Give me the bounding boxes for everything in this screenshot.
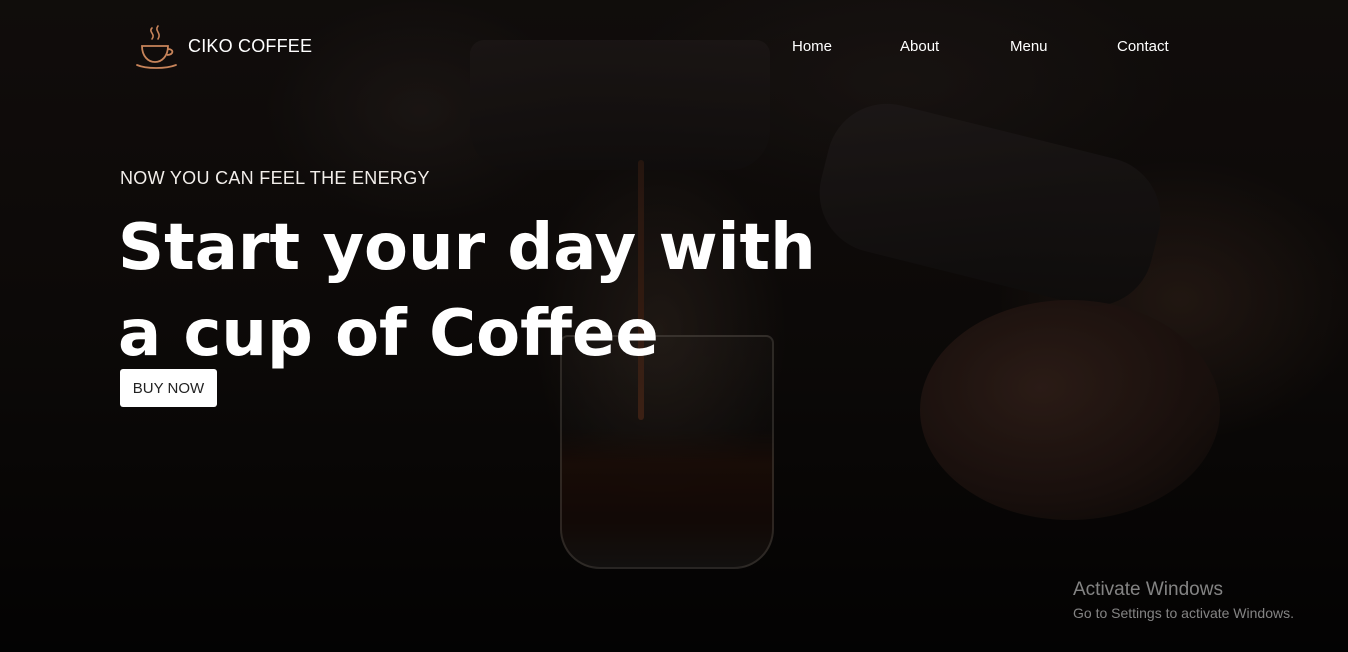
nav-link-home[interactable]: Home <box>792 38 832 55</box>
coffee-cup-icon <box>136 25 177 69</box>
watermark-subtitle: Go to Settings to activate Windows. <box>1073 605 1294 621</box>
brand-name: CIKO COFFEE <box>188 35 313 56</box>
brand-logo[interactable]: CIKO COFFEE <box>134 22 312 70</box>
headline-line-2: a cup of Coffee <box>118 297 659 371</box>
nav-link-about[interactable]: About <box>900 38 939 55</box>
watermark-title: Activate Windows <box>1073 579 1223 600</box>
hero-tagline: NOW YOU CAN FEEL THE ENERGY <box>120 168 430 188</box>
hero-headline: Start your day with a cup of Coffee <box>118 205 818 377</box>
navbar: CIKO COFFEE Home About Menu Contact <box>0 0 1348 95</box>
buy-now-button[interactable]: BUY NOW <box>120 369 217 407</box>
headline-line-1: Start your day with <box>118 211 816 285</box>
nav-link-menu[interactable]: Menu <box>1010 38 1048 55</box>
activate-windows-watermark: Activate Windows Go to Settings to activ… <box>1073 579 1294 623</box>
nav-link-contact[interactable]: Contact <box>1117 38 1169 55</box>
hero-section: CIKO COFFEE Home About Menu Contact NOW … <box>0 0 1348 652</box>
